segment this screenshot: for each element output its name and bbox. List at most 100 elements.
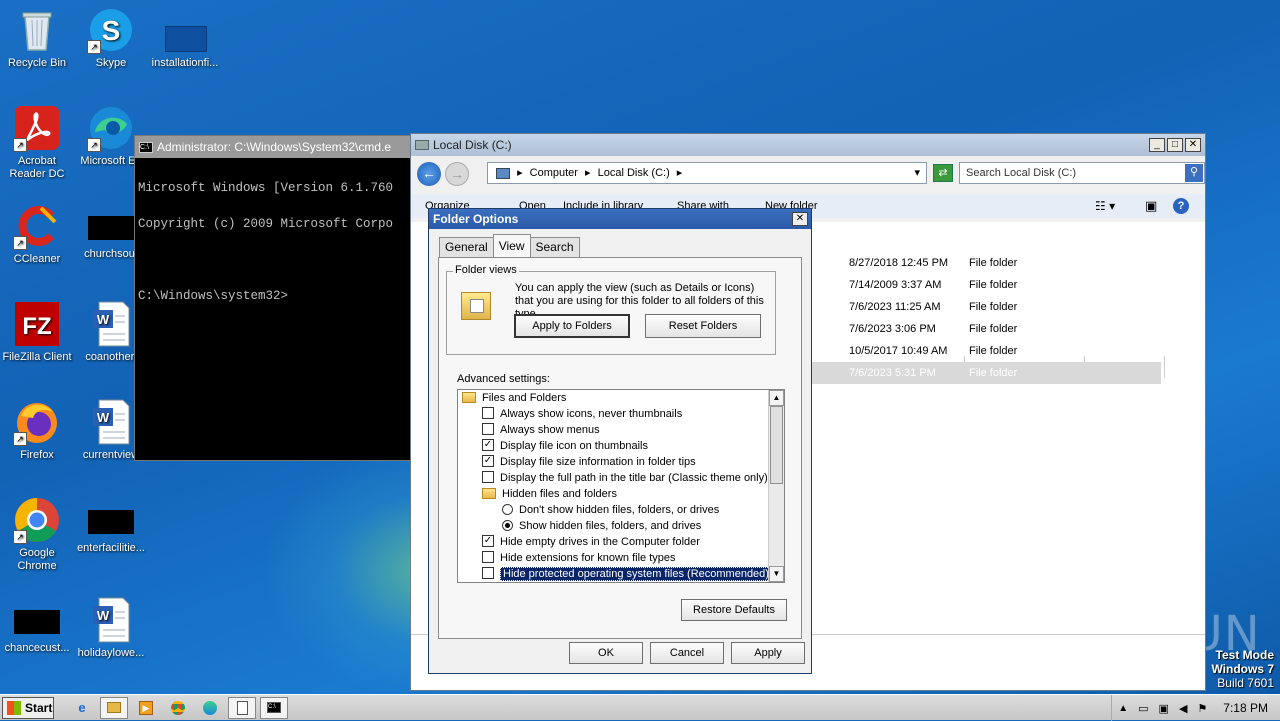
cmd-taskbar-icon[interactable]: C:\: [260, 696, 288, 719]
preview-pane-icon[interactable]: ▣: [1145, 194, 1157, 218]
tab-search[interactable]: Search: [529, 237, 580, 257]
desktop-icon-installationfi[interactable]: installationfi...: [148, 6, 222, 70]
list-item-dont-show-hidden[interactable]: Don't show hidden files, folders, or dri…: [502, 502, 719, 518]
chrome-icon: ↗: [13, 496, 61, 544]
checkbox[interactable]: [482, 407, 494, 420]
checkbox[interactable]: [482, 423, 494, 436]
restore-defaults-button[interactable]: Restore Defaults: [681, 599, 787, 621]
start-button[interactable]: Start: [2, 696, 54, 719]
table-row[interactable]: 10/5/2017 10:49 AM File folder: [811, 340, 1161, 362]
address-dropdown-icon[interactable]: ▾: [914, 163, 920, 183]
scroll-thumb[interactable]: [770, 406, 783, 484]
list-item-hide-empty-drives[interactable]: ✓ Hide empty drives in the Computer folde…: [482, 534, 700, 550]
cmd-title: Administrator: C:\Windows\System32\cmd.e: [157, 140, 392, 154]
list-item-show-hidden[interactable]: Show hidden files, folders, and drives: [502, 518, 701, 534]
desktop-icon-chancecust[interactable]: chancecust...: [0, 596, 74, 655]
desktop-icon-acrobat[interactable]: ↗ Acrobat Reader DC: [0, 104, 74, 181]
firefox-icon: ↗: [13, 398, 61, 446]
acrobat-icon: ↗: [13, 104, 61, 152]
clock[interactable]: 7:18 PM: [1223, 701, 1268, 715]
taskbar: Start e ▶ C:\ ▲ ▭ ▣ ◀ ⚑ 7:18 PM: [0, 694, 1280, 721]
row-date: 7/14/2009 3:37 AM: [849, 279, 942, 291]
forward-button[interactable]: →: [445, 162, 469, 186]
ie-icon[interactable]: e: [68, 697, 96, 719]
tray-volume-icon[interactable]: ▭: [1138, 702, 1148, 715]
dialog-titlebar[interactable]: Folder Options ✕: [429, 209, 811, 229]
radio-button[interactable]: [502, 503, 513, 515]
cmd-console[interactable]: Microsoft Windows [Version 6.1.760 Copyr…: [135, 158, 423, 326]
row-type: File folder: [969, 323, 1018, 335]
checkbox[interactable]: [482, 551, 494, 564]
ok-button[interactable]: OK: [569, 642, 643, 664]
apply-to-folders-button[interactable]: Apply to Folders: [514, 314, 630, 338]
drive-icon: [415, 140, 429, 150]
table-row[interactable]: 7/6/2023 11:25 AM File folder: [811, 296, 1161, 318]
table-row[interactable]: 7/14/2009 3:37 AM File folder: [811, 274, 1161, 296]
cmd-window[interactable]: C:\ Administrator: C:\Windows\System32\c…: [134, 135, 424, 461]
desktop-icon-ccleaner[interactable]: ↗ CCleaner: [0, 202, 74, 266]
list-item-always-show-icons[interactable]: Always show icons, never thumbnails: [482, 406, 682, 422]
media-player-icon[interactable]: ▶: [132, 697, 160, 719]
minimize-button[interactable]: _: [1149, 138, 1165, 152]
back-button[interactable]: ←: [417, 162, 441, 186]
desktop-icon-firefox[interactable]: ↗ Firefox: [0, 398, 74, 462]
dialog-close-button[interactable]: ✕: [792, 212, 808, 226]
cmd-line: Copyright (c) 2009 Microsoft Corpo: [138, 217, 394, 231]
desktop-icon-enterfacilitie[interactable]: enterfacilitie...: [74, 496, 148, 555]
radio-button-selected[interactable]: [502, 519, 513, 531]
explorer-taskbar-icon[interactable]: [100, 696, 128, 719]
notepad-taskbar-icon[interactable]: [228, 696, 256, 719]
explorer-titlebar[interactable]: Local Disk (C:) _ □ ✕: [411, 134, 1205, 156]
list-item-display-full-path[interactable]: Display the full path in the title bar (…: [482, 470, 768, 486]
scroll-down-icon[interactable]: ▼: [769, 566, 784, 582]
tab-general[interactable]: General: [439, 237, 494, 257]
item-label: Hide empty drives in the Computer folder: [500, 536, 700, 548]
list-item-hide-protected-files[interactable]: Hide protected operating system files (R…: [482, 566, 772, 582]
close-button[interactable]: ✕: [1185, 138, 1201, 152]
search-box[interactable]: Search Local Disk (C:) ⚲: [959, 162, 1205, 184]
checkbox-checked[interactable]: ✓: [482, 439, 494, 452]
desktop-icon-holidaylowe[interactable]: W holidaylowe...: [74, 596, 148, 660]
folder-views-icon: [461, 292, 491, 320]
list-item-always-show-menus[interactable]: Always show menus: [482, 422, 600, 438]
tray-flag-icon[interactable]: ⚑: [1197, 702, 1207, 715]
table-row[interactable]: 7/6/2023 3:06 PM File folder: [811, 318, 1161, 340]
cmd-titlebar[interactable]: C:\ Administrator: C:\Windows\System32\c…: [135, 136, 423, 158]
list-item-hide-extensions[interactable]: Hide extensions for known file types: [482, 550, 675, 566]
desktop-icon-chrome[interactable]: ↗ Google Chrome: [0, 496, 74, 573]
view-options-icon[interactable]: ☷ ▾: [1095, 194, 1115, 218]
checkbox[interactable]: [482, 567, 494, 580]
desktop-icon-recycle-bin[interactable]: Recycle Bin: [0, 6, 74, 70]
table-row-selected[interactable]: 7/6/2023 5:31 PM File folder: [811, 362, 1161, 384]
ccleaner-icon: ↗: [13, 202, 61, 250]
checkbox-checked[interactable]: ✓: [482, 535, 494, 548]
desktop-icon-skype[interactable]: S ↗ Skype: [74, 6, 148, 70]
breadcrumb-computer[interactable]: Computer: [530, 167, 578, 179]
reset-folders-button[interactable]: Reset Folders: [645, 314, 761, 338]
checkbox[interactable]: [482, 471, 494, 484]
tray-expand-icon[interactable]: ▲: [1118, 703, 1128, 714]
table-row[interactable]: 8/27/2018 12:45 PM File folder: [811, 252, 1161, 274]
tab-view[interactable]: View: [492, 234, 531, 257]
chrome-taskbar-icon[interactable]: [164, 697, 192, 719]
svg-text:S: S: [102, 15, 121, 46]
address-box[interactable]: ▸ Computer ▸ Local Disk (C:) ▸ ▾: [487, 162, 927, 184]
edge-taskbar-icon[interactable]: [196, 697, 224, 719]
list-item-display-file-size[interactable]: ✓ Display file size information in folder…: [482, 454, 696, 470]
search-icon[interactable]: ⚲: [1185, 164, 1203, 182]
list-scrollbar[interactable]: ▲ ▼: [768, 390, 784, 582]
cancel-button[interactable]: Cancel: [650, 642, 724, 664]
list-item-display-file-icon[interactable]: ✓ Display file icon on thumbnails: [482, 438, 648, 454]
checkbox-checked[interactable]: ✓: [482, 455, 494, 468]
desktop-icon-filezilla[interactable]: FZ FileZilla Client: [0, 300, 74, 364]
help-icon[interactable]: ?: [1173, 198, 1189, 214]
advanced-settings-list[interactable]: Files and Folders Always show icons, nev…: [457, 389, 785, 583]
tray-sound-icon[interactable]: ◀: [1179, 702, 1187, 715]
breadcrumb-local-disk[interactable]: Local Disk (C:): [598, 167, 670, 179]
scroll-up-icon[interactable]: ▲: [769, 390, 784, 406]
refresh-button[interactable]: ⇄: [933, 164, 953, 182]
tray-network-icon[interactable]: ▣: [1159, 702, 1169, 715]
maximize-button[interactable]: □: [1167, 138, 1183, 152]
folder-options-dialog[interactable]: Folder Options ✕ General View Search Fol…: [428, 208, 812, 674]
apply-button[interactable]: Apply: [731, 642, 805, 664]
